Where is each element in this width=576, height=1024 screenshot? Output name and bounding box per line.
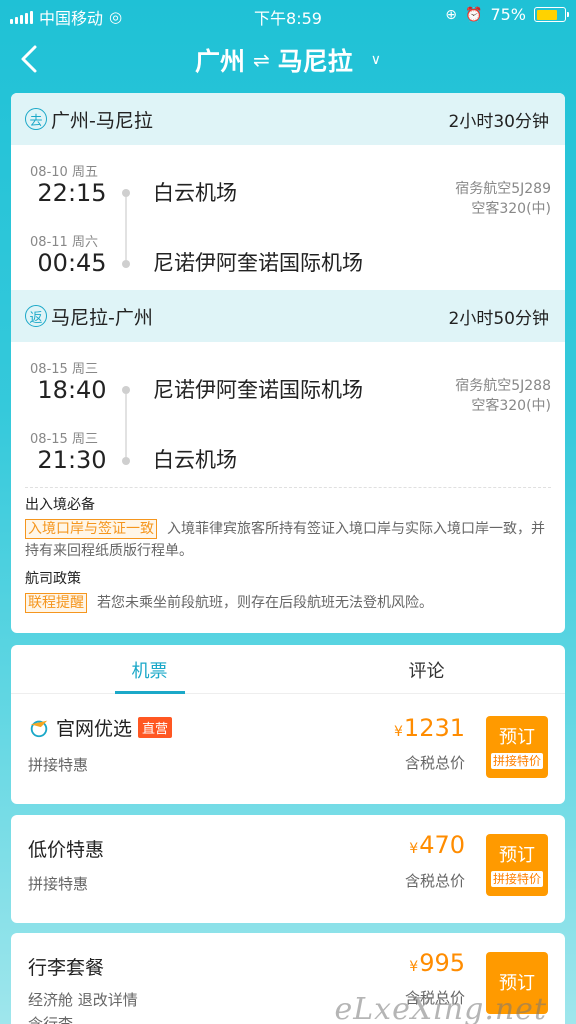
book-button-label: 预订 bbox=[499, 727, 535, 747]
entry-note: 入境口岸与签证一致 入境菲律宾旅客所持有签证入境口岸与实际入境口岸一致，并持有来回… bbox=[25, 518, 551, 562]
currency-symbol: ¥ bbox=[394, 724, 403, 740]
price-value: 1231 bbox=[403, 714, 465, 742]
inbound-aircraft: 空客320(中) bbox=[471, 398, 551, 414]
outbound-dep-date: 08-10 周五 bbox=[30, 165, 98, 180]
flight-info-card: 去 广州-马尼拉 2小时30分钟 08-10 周五 22:15 白云机场 宿务航… bbox=[11, 93, 565, 633]
inbound-dep-time: 18:40 bbox=[37, 376, 107, 404]
product-low-price[interactable]: 低价特惠 拼接特惠 ¥470 含税总价 预订 拼接特价 bbox=[11, 815, 565, 923]
price-value: 995 bbox=[419, 949, 465, 977]
tickets-card: 机票 评论 官网优选 直营 拼接特惠 ¥1231 含税总价 预订 拼接特价 bbox=[11, 645, 565, 804]
nav-bar: 广州 ⇌ 马尼拉 ∨ bbox=[0, 36, 576, 82]
origin-city: 广州 bbox=[194, 47, 245, 76]
book-button-tag: 拼接特价 bbox=[490, 871, 543, 887]
currency-symbol: ¥ bbox=[409, 841, 419, 857]
timeline-line bbox=[125, 394, 127, 457]
outbound-carrier: 宿务航空5J289 bbox=[455, 181, 551, 197]
inbound-duration: 2小时50分钟 bbox=[448, 308, 549, 329]
outbound-arr-date: 08-11 周六 bbox=[30, 235, 98, 250]
inbound-arr-date: 08-15 周三 bbox=[30, 432, 98, 447]
inbound-arr-airport: 白云机场 bbox=[153, 448, 237, 472]
product-price: ¥470 bbox=[409, 831, 465, 859]
price-value: 470 bbox=[419, 831, 465, 859]
product-name: 行李套餐 bbox=[28, 957, 105, 979]
tax-note: 含税总价 bbox=[404, 872, 465, 890]
product-name: 官网优选 bbox=[56, 718, 133, 740]
inbound-dep-airport: 尼诺伊阿奎诺国际机场 bbox=[153, 378, 363, 402]
tab-tickets[interactable]: 机票 bbox=[11, 645, 288, 694]
policy-tag: 联程提醒 bbox=[25, 593, 87, 613]
chevron-down-icon[interactable]: ∨ bbox=[371, 52, 381, 68]
direct-badge: 直营 bbox=[138, 717, 173, 738]
book-button-tag: 拼接特价 bbox=[490, 753, 543, 769]
route-title[interactable]: 广州 ⇌ 马尼拉 ∨ bbox=[0, 42, 576, 78]
entry-tag: 入境口岸与签证一致 bbox=[25, 519, 157, 539]
product-subtitle: 经济舱 退改详情 bbox=[28, 991, 138, 1009]
alarm-icon: ⏰ bbox=[465, 6, 483, 23]
book-button[interactable]: 预订 拼接特价 bbox=[486, 834, 548, 896]
policy-title: 航司政策 bbox=[25, 571, 81, 587]
product-subtitle: 拼接特惠 bbox=[28, 756, 89, 774]
outbound-aircraft: 空客320(中) bbox=[471, 201, 551, 217]
product-official[interactable]: 官网优选 直营 拼接特惠 ¥1231 含税总价 预订 拼接特价 bbox=[11, 694, 565, 804]
outbound-route: 广州-马尼拉 bbox=[51, 109, 153, 132]
airline-logo-icon bbox=[30, 720, 48, 737]
inbound-flight-info: 宿务航空5J288 空客320(中) bbox=[455, 376, 551, 416]
tab-reviews[interactable]: 评论 bbox=[288, 645, 565, 693]
book-button[interactable]: 预订 拼接特价 bbox=[486, 716, 548, 778]
travel-notes: 出入境必备 入境口岸与签证一致 入境菲律宾旅客所持有签证入境口岸与实际入境口岸一致… bbox=[11, 488, 565, 614]
destination-city: 马尼拉 bbox=[277, 47, 353, 76]
product-price: ¥995 bbox=[409, 949, 465, 977]
inbound-segment: 08-15 周三 18:40 尼诺伊阿奎诺国际机场 宿务航空5J288 空客32… bbox=[11, 342, 565, 487]
timeline-line bbox=[125, 197, 127, 260]
product-subtitle: 拼接特惠 bbox=[28, 875, 89, 893]
policy-text: 若您未乘坐前段航班，则存在后段航班无法登机风险。 bbox=[97, 595, 433, 611]
product-name: 低价特惠 bbox=[28, 839, 105, 861]
swap-icon: ⇌ bbox=[252, 48, 270, 72]
outbound-header: 去 广州-马尼拉 2小时30分钟 bbox=[11, 93, 565, 145]
rotation-lock-icon: ⊕ bbox=[445, 6, 457, 23]
product-price: ¥1231 bbox=[394, 714, 465, 742]
tax-note: 含税总价 bbox=[404, 754, 465, 772]
battery-icon bbox=[534, 7, 569, 22]
outbound-arr-airport: 尼诺伊阿奎诺国际机场 bbox=[153, 251, 363, 275]
inbound-badge: 返 bbox=[25, 305, 47, 327]
tab-bar: 机票 评论 bbox=[11, 645, 565, 694]
timeline-dot bbox=[122, 457, 130, 465]
outbound-arr-time: 00:45 bbox=[37, 249, 107, 277]
timeline-dot bbox=[122, 189, 130, 197]
timeline-dot bbox=[122, 386, 130, 394]
outbound-segment: 08-10 周五 22:15 白云机场 宿务航空5J289 空客320(中) 0… bbox=[11, 145, 565, 290]
product-subtitle-2: 含行李 bbox=[28, 1015, 74, 1024]
outbound-flight-info: 宿务航空5J289 空客320(中) bbox=[455, 179, 551, 219]
watermark: eLxeXing.net bbox=[334, 992, 547, 1024]
status-bar: 中国移动 ◎ 下午8:59 ⊕ ⏰ 75% bbox=[0, 0, 576, 30]
product-baggage[interactable]: 行李套餐 经济舱 退改详情 含行李 ¥995 含税总价 预订 eLxeXing.… bbox=[11, 933, 565, 1024]
inbound-header: 返 马尼拉-广州 2小时50分钟 bbox=[11, 290, 565, 342]
inbound-arr-time: 21:30 bbox=[37, 446, 107, 474]
entry-notes-title: 出入境必备 bbox=[25, 497, 95, 513]
battery-percent: 75% bbox=[490, 5, 526, 24]
outbound-dep-airport: 白云机场 bbox=[153, 181, 237, 205]
policy-note: 联程提醒 若您未乘坐前段航班，则存在后段航班无法登机风险。 bbox=[25, 592, 551, 614]
currency-symbol: ¥ bbox=[409, 959, 419, 975]
outbound-badge: 去 bbox=[25, 108, 47, 130]
inbound-carrier: 宿务航空5J288 bbox=[455, 378, 551, 394]
timeline-dot bbox=[122, 260, 130, 268]
inbound-dep-date: 08-15 周三 bbox=[30, 362, 98, 377]
book-button-label: 预订 bbox=[499, 845, 535, 865]
inbound-route: 马尼拉-广州 bbox=[51, 306, 153, 329]
outbound-duration: 2小时30分钟 bbox=[448, 111, 549, 132]
outbound-dep-time: 22:15 bbox=[37, 179, 107, 207]
